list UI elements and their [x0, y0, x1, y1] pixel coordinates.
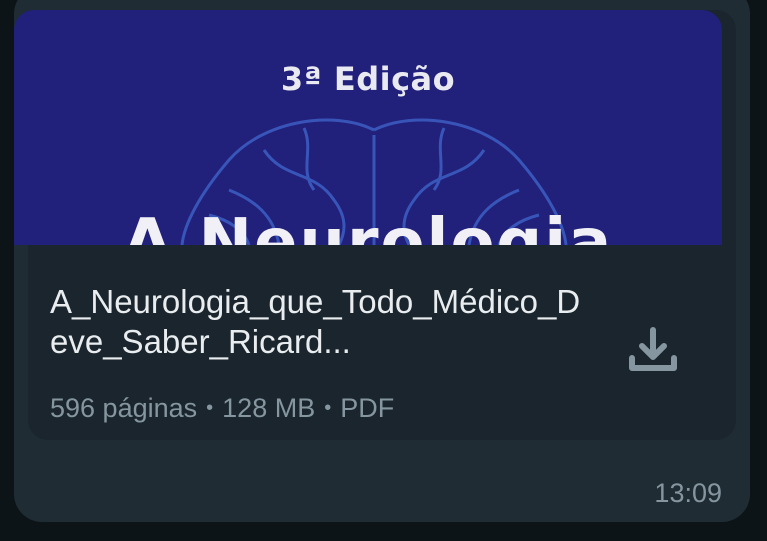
separator-dot: •: [206, 397, 214, 419]
file-size: 128 MB: [222, 393, 316, 423]
download-icon: [629, 327, 677, 371]
cover-title-fragment: A Neurologia: [122, 206, 614, 245]
document-preview[interactable]: 3ª Edição A Neurologia: [14, 10, 722, 245]
download-button[interactable]: [618, 322, 688, 382]
cover-edition-text: 3ª Edição: [280, 60, 456, 98]
message-timestamp: 13:09: [654, 478, 722, 508]
file-type: PDF: [340, 393, 395, 423]
document-file-name[interactable]: A_Neurologia_que_Todo_Médico_Deve_Saber_…: [50, 282, 590, 362]
document-meta: 596 páginas • 128 MB • PDF: [50, 393, 394, 424]
page-count: 596 páginas: [50, 393, 198, 423]
separator-dot: •: [324, 397, 332, 419]
